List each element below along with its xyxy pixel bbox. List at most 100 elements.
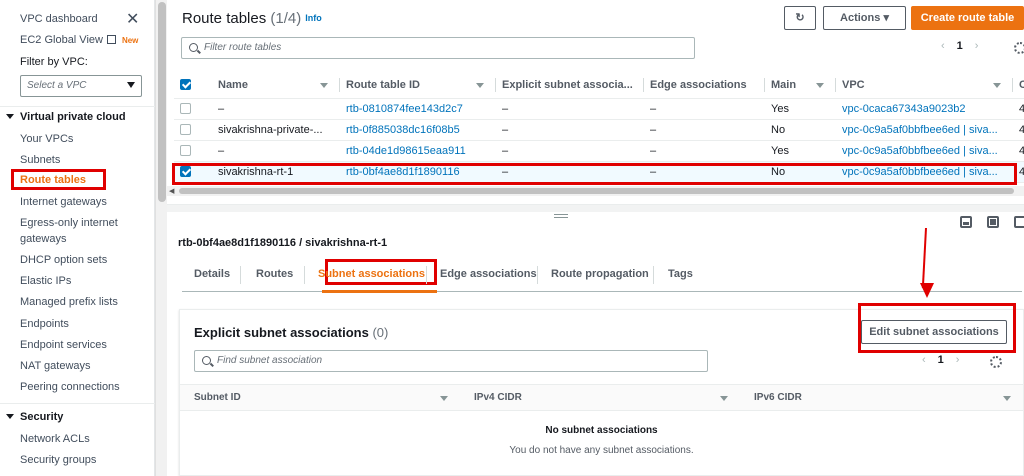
prev-page-icon[interactable]: ‹ <box>941 40 945 52</box>
cell-explicit: – <box>496 161 644 183</box>
page-number[interactable]: 1 <box>957 40 963 52</box>
sidebar-item-ec2-global-view[interactable]: EC2 Global View New <box>20 34 138 46</box>
route-tables-table: Name Route table ID Explicit subnet asso… <box>174 72 1024 183</box>
select-all-header <box>174 72 212 99</box>
column-header-explicit[interactable]: Explicit subnet associa... <box>496 72 644 99</box>
section-virtual-private-cloud[interactable]: Virtual private cloud <box>6 111 126 123</box>
column-header-route-table-id[interactable]: Route table ID <box>340 72 496 99</box>
sidebar-item-peering-connections[interactable]: Peering connections <box>20 381 120 393</box>
row-checkbox[interactable] <box>180 103 191 115</box>
section-security[interactable]: Security <box>6 411 63 423</box>
panel-count: (0) <box>372 325 389 340</box>
close-icon[interactable]: ✕ <box>126 9 139 29</box>
cell-route-table-id[interactable]: rtb-0f885038dc16f08b5 <box>340 119 496 141</box>
scrollbar-thumb[interactable] <box>158 2 166 202</box>
subnet-association-search-input[interactable]: Find subnet association <box>194 350 708 372</box>
drag-handle-icon[interactable] <box>554 214 568 218</box>
section-label: Security <box>20 411 64 423</box>
cell-name: sivakrishna-private-... <box>212 119 340 141</box>
cell-vpc[interactable]: vpc-0caca67343a9023b2 <box>836 98 1013 120</box>
row-checkbox-checked[interactable] <box>180 166 191 178</box>
table-row[interactable]: – rtb-0810874fee143d2c7 – – Yes vpc-0cac… <box>174 98 1024 120</box>
panel-bottom-icon[interactable] <box>960 216 972 228</box>
settings-gear-icon[interactable] <box>1014 42 1024 54</box>
vpc-filter-placeholder: Select a VPC <box>27 80 87 91</box>
column-header-main[interactable]: Main <box>765 72 836 99</box>
page-title: Route tables (1/4) Info <box>182 10 322 27</box>
next-page-icon[interactable]: › <box>956 354 960 366</box>
create-route-table-button[interactable]: Create route table <box>911 6 1024 30</box>
scrollbar-thumb[interactable] <box>179 188 1014 194</box>
column-header-extra[interactable]: C <box>1013 72 1024 99</box>
sidebar-item-subnets[interactable]: Subnets <box>20 154 60 166</box>
tab-tags[interactable]: Tags <box>668 268 693 280</box>
tab-subnet-associations[interactable]: Subnet associations <box>318 268 425 280</box>
table-row[interactable]: – rtb-04de1d98615eaa911 – – Yes vpc-0c9a… <box>174 140 1024 162</box>
route-table-search-input[interactable]: Filter route tables <box>181 37 695 59</box>
annotation-arrowhead <box>920 283 934 298</box>
next-page-icon[interactable]: › <box>975 40 979 52</box>
sidebar-item-egress-only-gateways[interactable]: Egress-only internet <box>20 217 118 229</box>
column-header-ipv6[interactable]: IPv6 CIDR <box>740 384 1023 411</box>
sidebar-item-internet-gateways[interactable]: Internet gateways <box>20 196 107 208</box>
sidebar-scrollbar[interactable] <box>155 0 167 476</box>
sidebar-item-vpc-dashboard[interactable]: VPC dashboard <box>20 13 98 25</box>
row-checkbox[interactable] <box>180 145 191 157</box>
cell-name: – <box>212 98 340 120</box>
column-header-ipv4[interactable]: IPv4 CIDR <box>460 384 740 411</box>
select-all-checkbox[interactable] <box>180 79 191 91</box>
column-header-edge[interactable]: Edge associations <box>644 72 765 99</box>
tab-route-propagation[interactable]: Route propagation <box>551 268 649 280</box>
sidebar-item-elastic-ips[interactable]: Elastic IPs <box>20 275 71 287</box>
sidebar-item-your-vpcs[interactable]: Your VPCs <box>20 133 73 145</box>
sidebar-item-network-acls[interactable]: Network ACLs <box>20 433 90 445</box>
sidebar-item-security-groups[interactable]: Security groups <box>20 454 96 466</box>
sidebar-item-route-tables[interactable]: Route tables <box>11 169 106 190</box>
horizontal-scrollbar[interactable]: ◀ <box>167 186 1024 196</box>
page-number[interactable]: 1 <box>938 354 944 366</box>
tab-edge-associations[interactable]: Edge associations <box>440 268 537 280</box>
actions-label: Actions <box>840 12 881 24</box>
sidebar-item-endpoint-services[interactable]: Endpoint services <box>20 339 107 351</box>
table-row[interactable]: sivakrishna-private-... rtb-0f885038dc16… <box>174 119 1024 141</box>
cell-vpc[interactable]: vpc-0c9a5af0bbfbee6ed | siva... <box>836 161 1013 183</box>
cell-name: sivakrishna-rt-1 <box>212 161 340 183</box>
search-placeholder: Find subnet association <box>217 355 323 366</box>
divider <box>0 106 155 107</box>
search-icon <box>202 356 211 365</box>
sidebar-item-managed-prefix-lists[interactable]: Managed prefix lists <box>20 296 118 308</box>
cell-vpc[interactable]: vpc-0c9a5af0bbfbee6ed | siva... <box>836 140 1013 162</box>
vpc-filter-select[interactable]: Select a VPC <box>20 75 142 97</box>
split-panel-divider[interactable] <box>167 204 1024 212</box>
cell-extra: 4 <box>1013 140 1024 162</box>
actions-button[interactable]: Actions ▾ <box>823 6 906 30</box>
settings-gear-icon[interactable] <box>990 356 1002 368</box>
scroll-left-icon[interactable]: ◀ <box>169 187 174 195</box>
column-header-name[interactable]: Name <box>212 72 340 99</box>
column-header-subnet-id[interactable]: Subnet ID <box>180 384 460 411</box>
cell-edge: – <box>644 161 765 183</box>
cell-route-table-id[interactable]: rtb-04de1d98615eaa911 <box>340 140 496 162</box>
cell-route-table-id[interactable]: rtb-0810874fee143d2c7 <box>340 98 496 120</box>
tab-details[interactable]: Details <box>194 268 230 280</box>
cell-route-table-id[interactable]: rtb-0bf4ae8d1f1890116 <box>340 161 496 183</box>
column-header-vpc[interactable]: VPC <box>836 72 1013 99</box>
table-row-selected[interactable]: sivakrishna-rt-1 rtb-0bf4ae8d1f1890116 –… <box>174 161 1024 183</box>
panel-side-icon[interactable] <box>987 216 999 228</box>
prev-page-icon[interactable]: ‹ <box>922 354 926 366</box>
panel-close-icon[interactable] <box>1014 216 1024 228</box>
sort-icon <box>440 396 448 401</box>
row-checkbox[interactable] <box>180 124 191 136</box>
refresh-icon: ↻ <box>795 12 805 24</box>
sidebar-item-endpoints[interactable]: Endpoints <box>20 318 69 330</box>
column-header-label: C <box>1019 78 1024 91</box>
refresh-button[interactable]: ↻ <box>784 6 816 30</box>
sidebar-item-egress-only-gateways-line2[interactable]: gateways <box>20 233 66 245</box>
active-tab-indicator <box>322 290 437 293</box>
sidebar-item-nat-gateways[interactable]: NAT gateways <box>20 360 91 372</box>
info-link[interactable]: Info <box>305 13 322 23</box>
edit-subnet-associations-button[interactable]: Edit subnet associations <box>861 320 1007 344</box>
tab-routes[interactable]: Routes <box>256 268 293 280</box>
cell-vpc[interactable]: vpc-0c9a5af0bbfbee6ed | siva... <box>836 119 1013 141</box>
sidebar-item-dhcp-option-sets[interactable]: DHCP option sets <box>20 254 107 266</box>
